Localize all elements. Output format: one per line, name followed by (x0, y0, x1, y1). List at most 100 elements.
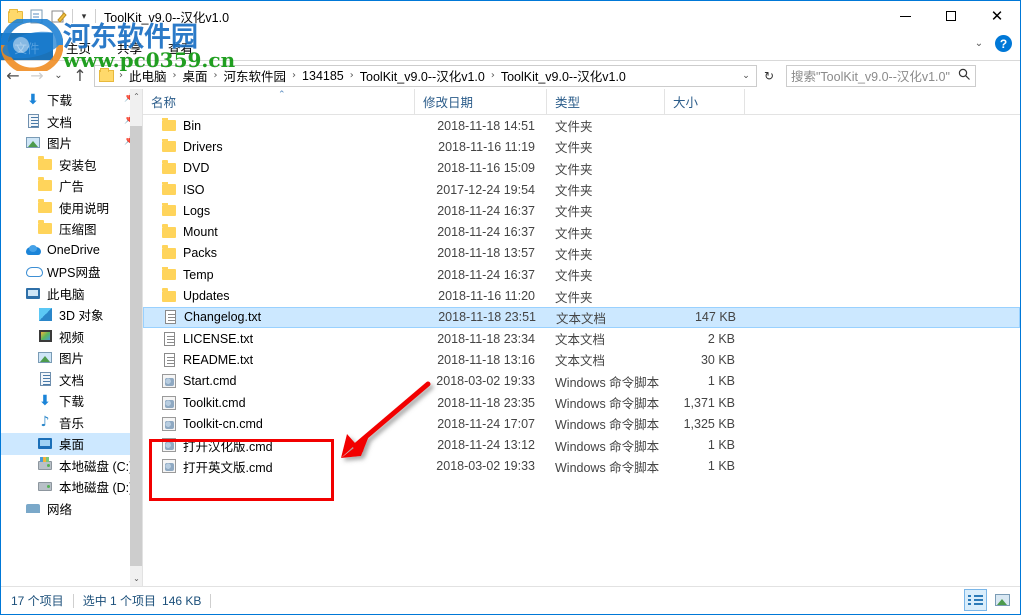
maximize-button[interactable] (928, 1, 974, 31)
close-button[interactable]: ✕ (974, 1, 1020, 31)
file-name-label: Drivers (183, 140, 223, 154)
table-row[interactable]: README.txt2018-11-18 13:16文本文档30 KB (143, 349, 1020, 370)
sidebar-item-9[interactable]: 此电脑 (1, 283, 143, 305)
system-drive-icon-glyph (38, 461, 52, 470)
ribbon-divider (1, 60, 1020, 61)
table-row[interactable]: Temp2018-11-24 16:37文件夹 (143, 264, 1020, 285)
back-button[interactable]: ← (1, 64, 25, 88)
table-row[interactable]: LICENSE.txt2018-11-18 23:34文本文档2 KB (143, 328, 1020, 349)
tab-share[interactable]: 共享 (104, 33, 155, 61)
sidebar-item-17[interactable]: 本地磁盘 (C:) (1, 455, 143, 477)
column-header-type[interactable]: 类型 (547, 89, 665, 115)
table-row[interactable]: DVD2018-11-16 15:09文件夹 (143, 158, 1020, 179)
breadcrumb-item-1[interactable]: 桌面 (180, 65, 211, 86)
sidebar-item-2[interactable]: 图片📌 (1, 132, 143, 154)
new-folder-icon[interactable] (49, 7, 67, 25)
column-header-size[interactable]: 大小 (665, 89, 745, 115)
folder-icon (161, 118, 177, 134)
details-view-button[interactable] (964, 589, 987, 611)
tab-view[interactable]: 查看 (155, 33, 206, 61)
forward-button[interactable]: → (25, 64, 49, 88)
chevron-down-icon[interactable]: ▾ (78, 7, 90, 25)
sidebar-item-13[interactable]: 文档 (1, 369, 143, 391)
column-header-date[interactable]: 修改日期 (415, 89, 547, 115)
sidebar-item-12[interactable]: 图片 (1, 347, 143, 369)
sidebar-item-11[interactable]: 视频 (1, 326, 143, 348)
table-row[interactable]: Start.cmd2018-03-02 19:33Windows 命令脚本1 K… (143, 371, 1020, 392)
sidebar-item-10[interactable]: 3D 对象 (1, 304, 143, 326)
table-row[interactable]: 打开汉化版.cmd2018-11-24 13:12Windows 命令脚本1 K… (143, 434, 1020, 455)
sidebar-item-19[interactable]: 网络 (1, 498, 143, 520)
sidebar-item-5[interactable]: 使用说明 (1, 197, 143, 219)
file-type-cell: 文件夹 (547, 137, 665, 156)
file-size-cell: 1 KB (665, 459, 745, 473)
pictures-icon (37, 350, 53, 366)
table-row[interactable]: Bin2018-11-18 14:51文件夹 (143, 115, 1020, 136)
recent-locations-icon[interactable]: ⌄ (49, 64, 68, 88)
table-row[interactable]: Drivers2018-11-16 11:19文件夹 (143, 136, 1020, 157)
large-icons-view-button[interactable] (991, 589, 1014, 611)
table-row[interactable]: Changelog.txt2018-11-18 23:51文本文档147 KB (143, 307, 1020, 328)
selection-label: 选中 1 个项目 (83, 592, 156, 609)
file-size-cell: 1 KB (665, 438, 745, 452)
breadcrumb-item-3[interactable]: 134185 (299, 68, 347, 84)
text-file-icon-glyph (164, 353, 175, 367)
tab-file[interactable]: 文件 (1, 33, 53, 61)
table-row[interactable]: Mount2018-11-24 16:37文件夹 (143, 221, 1020, 242)
sidebar-item-label: 使用说明 (59, 198, 109, 217)
wps-cloud-icon-glyph (26, 266, 41, 277)
help-icon[interactable]: ? (995, 35, 1012, 52)
folder-icon-glyph (38, 180, 52, 191)
onedrive-icon (25, 242, 41, 258)
folder-icon (161, 160, 177, 176)
file-name-label: Toolkit.cmd (183, 396, 246, 410)
sidebar-item-6[interactable]: 压缩图 (1, 218, 143, 240)
properties-icon[interactable] (28, 7, 46, 25)
breadcrumb-item-2[interactable]: 河东软件园 (221, 65, 290, 86)
sidebar-item-label: 此电脑 (47, 284, 85, 303)
chevron-down-icon[interactable]: ⌄ (971, 38, 987, 49)
file-type-cell: 文件夹 (547, 116, 665, 135)
file-name-cell: Start.cmd (143, 373, 415, 389)
sidebar-item-16[interactable]: 桌面 (1, 433, 143, 455)
cmd-script-icon-glyph (162, 438, 176, 452)
breadcrumb-item-0[interactable]: 此电脑 (126, 65, 170, 86)
breadcrumb-item-5[interactable]: ToolKit_v9.0--汉化v1.0 (498, 65, 629, 86)
folder-icon-glyph (162, 269, 176, 280)
quick-access-toolbar: ▾ (1, 7, 98, 25)
table-row[interactable]: Updates2018-11-16 11:20文件夹 (143, 285, 1020, 306)
sidebar-item-4[interactable]: 广告 (1, 175, 143, 197)
pictures-icon-glyph (38, 352, 52, 363)
chevron-down-icon[interactable]: ⌄ (736, 66, 756, 86)
sidebar-item-8[interactable]: WPS网盘 (1, 261, 143, 283)
breadcrumb-item-4[interactable]: ToolKit_v9.0--汉化v1.0 (357, 65, 488, 86)
table-row[interactable]: Toolkit.cmd2018-11-18 23:35Windows 命令脚本1… (143, 392, 1020, 413)
file-date-cell: 2017-12-24 19:54 (415, 183, 547, 197)
table-row[interactable]: 打开英文版.cmd2018-03-02 19:33Windows 命令脚本1 K… (143, 456, 1020, 477)
table-row[interactable]: Packs2018-11-18 13:57文件夹 (143, 243, 1020, 264)
sidebar-item-1[interactable]: 文档📌 (1, 111, 143, 133)
file-name-label: Temp (183, 268, 214, 282)
table-row[interactable]: ISO2017-12-24 19:54文件夹 (143, 179, 1020, 200)
file-name-label: LICENSE.txt (183, 332, 253, 346)
sidebar-item-18[interactable]: 本地磁盘 (D:) (1, 476, 143, 498)
sidebar-item-15[interactable]: ♪音乐 (1, 412, 143, 434)
sidebar-item-7[interactable]: OneDrive (1, 240, 143, 262)
address-input[interactable]: › 此电脑 › 桌面 › 河东软件园 › 134185 › ToolKit_v9… (94, 65, 757, 87)
sidebar-item-14[interactable]: ⬇下载 (1, 390, 143, 412)
search-input[interactable]: 搜索"ToolKit_v9.0--汉化v1.0" (786, 65, 976, 87)
search-icon[interactable] (958, 68, 971, 84)
table-row[interactable]: Toolkit-cn.cmd2018-11-24 17:07Windows 命令… (143, 413, 1020, 434)
folder-icon (37, 221, 53, 237)
tab-home[interactable]: 主页 (53, 33, 104, 61)
table-row[interactable]: Logs2018-11-24 16:37文件夹 (143, 200, 1020, 221)
folder-icon[interactable] (7, 7, 25, 25)
minimize-button[interactable] (882, 1, 928, 31)
file-name-label: 打开英文版.cmd (183, 457, 273, 476)
sidebar-item-0[interactable]: ⬇下载📌 (1, 89, 143, 111)
refresh-button[interactable]: ↻ (758, 65, 780, 87)
up-button[interactable]: ↑ (68, 64, 92, 88)
file-type-cell: 文件夹 (547, 244, 665, 263)
folder-icon (161, 203, 177, 219)
sidebar-item-3[interactable]: 安装包 (1, 154, 143, 176)
